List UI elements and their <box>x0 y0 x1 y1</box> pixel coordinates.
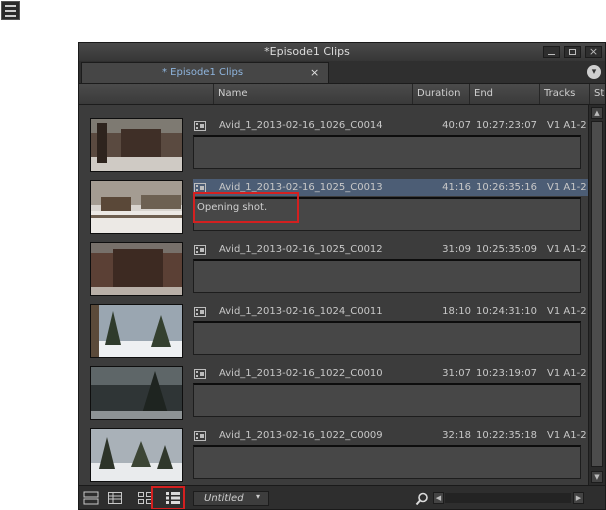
clip-row[interactable]: Avid_1_2013-02-16_1026_C0014 40:07 10:27… <box>79 115 588 175</box>
clip-end: 10:27:23:07 <box>476 120 538 131</box>
comment-highlight-box <box>193 192 299 223</box>
clip-tracks: V1 A1-2 <box>547 430 587 441</box>
clip-end: 10:25:35:09 <box>476 244 538 255</box>
clip-name: Avid_1_2013-02-16_1026_C0014 <box>219 120 383 131</box>
clip-comment-field[interactable] <box>193 259 581 293</box>
clip-name: Avid_1_2013-02-16_1024_C0011 <box>219 306 383 317</box>
clip-thumbnail[interactable] <box>90 118 183 172</box>
bin-view-label: Untitled <box>204 493 244 504</box>
clip-tracks: V1 A1-2 <box>547 306 587 317</box>
bin-list-icon <box>1 1 20 20</box>
tab-menu-button[interactable]: ▾ <box>587 65 601 79</box>
close-button[interactable]: × <box>585 45 602 58</box>
column-tracks[interactable]: Tracks <box>539 84 589 104</box>
clip-end: 10:26:35:16 <box>476 182 538 193</box>
tab-close-icon[interactable]: × <box>310 66 319 79</box>
clip-thumbnail[interactable] <box>90 180 183 234</box>
clip-comment-field[interactable] <box>193 135 581 169</box>
clip-icon <box>194 307 206 317</box>
clip-icon <box>194 369 206 379</box>
maximize-button[interactable] <box>564 46 581 58</box>
clip-icon <box>194 431 206 441</box>
scroll-right-button[interactable]: ▶ <box>573 492 584 504</box>
clip-list: Avid_1_2013-02-16_1026_C0014 40:07 10:27… <box>79 105 588 485</box>
clip-end: 10:22:35:18 <box>476 430 538 441</box>
column-end[interactable]: End <box>469 84 539 104</box>
clip-thumbnail[interactable] <box>90 366 183 420</box>
window-title: *Episode1 Clips <box>264 45 350 58</box>
clip-tracks: V1 A1-2 <box>547 182 587 193</box>
clip-thumbnail[interactable] <box>90 304 183 358</box>
clip-duration: 18:10 <box>442 306 471 317</box>
tab-episode1-clips[interactable]: * Episode1 Clips × <box>81 62 329 83</box>
clip-row[interactable]: Avid_1_2013-02-16_1025_C0012 31:09 10:25… <box>79 239 588 299</box>
scroll-up-button[interactable]: ▲ <box>591 107 603 119</box>
clip-tracks: V1 A1-2 <box>547 368 587 379</box>
column-start[interactable]: St <box>589 84 605 104</box>
title-bar: *Episode1 Clips × <box>79 43 605 62</box>
clip-duration: 40:07 <box>442 120 471 131</box>
clip-end: 10:23:19:07 <box>476 368 538 379</box>
scroll-thumb[interactable] <box>591 121 603 467</box>
column-frame[interactable] <box>79 84 213 104</box>
bin-footer: Untitled ▾ ◀ ▶ <box>79 485 605 509</box>
clip-name: Avid_1_2013-02-16_1025_C0012 <box>219 244 383 255</box>
clip-name: Avid_1_2013-02-16_1022_C0010 <box>219 368 383 379</box>
clip-comment-field[interactable] <box>193 321 581 355</box>
clip-duration: 41:16 <box>442 182 471 193</box>
clip-comment-field[interactable] <box>193 445 581 479</box>
clip-tracks: V1 A1-2 <box>547 244 587 255</box>
clip-thumbnail[interactable] <box>90 428 183 482</box>
scroll-left-button[interactable]: ◀ <box>433 492 444 504</box>
clip-end: 10:24:31:10 <box>476 306 538 317</box>
clip-icon <box>194 121 206 131</box>
frame-view-icon[interactable] <box>83 491 99 505</box>
maximize-icon <box>569 49 576 55</box>
text-view-icon[interactable] <box>107 491 123 505</box>
scroll-down-button[interactable]: ▼ <box>591 471 603 483</box>
column-name[interactable]: Name <box>213 84 412 104</box>
clip-duration: 32:18 <box>442 430 471 441</box>
search-icon[interactable] <box>415 492 429 506</box>
tab-bar: * Episode1 Clips × ▾ <box>79 61 605 84</box>
vertical-scrollbar[interactable]: ▲ ▼ <box>588 105 605 485</box>
minimize-icon <box>548 54 555 55</box>
clip-row[interactable]: Avid_1_2013-02-16_1024_C0011 18:10 10:24… <box>79 301 588 361</box>
clip-name: Avid_1_2013-02-16_1022_C0009 <box>219 430 383 441</box>
chevron-down-icon: ▾ <box>591 67 597 77</box>
clip-thumbnail[interactable] <box>90 242 183 296</box>
clip-duration: 31:09 <box>442 244 471 255</box>
tab-label: * Episode1 Clips <box>162 67 244 78</box>
close-icon: × <box>588 45 599 58</box>
clip-row[interactable]: Avid_1_2013-02-16_1025_C0013 41:16 10:26… <box>79 177 588 237</box>
chevron-down-icon: ▾ <box>256 492 261 501</box>
clip-row[interactable]: Avid_1_2013-02-16_1022_C0009 32:18 10:22… <box>79 425 588 485</box>
column-duration[interactable]: Duration <box>412 84 469 104</box>
clip-row[interactable]: Avid_1_2013-02-16_1022_C0010 31:07 10:23… <box>79 363 588 423</box>
column-header: Name Duration End Tracks St <box>79 84 605 105</box>
bin-window: *Episode1 Clips × * Episode1 Clips × ▾ N… <box>78 42 606 510</box>
horizontal-scrollbar[interactable] <box>445 493 571 503</box>
view-button-highlight-box <box>151 486 185 509</box>
clip-duration: 31:07 <box>442 368 471 379</box>
minimize-button[interactable] <box>543 46 560 58</box>
clip-comment-field[interactable] <box>193 383 581 417</box>
clip-tracks: V1 A1-2 <box>547 120 587 131</box>
clip-icon <box>194 245 206 255</box>
bin-view-menu[interactable]: Untitled ▾ <box>193 491 269 506</box>
